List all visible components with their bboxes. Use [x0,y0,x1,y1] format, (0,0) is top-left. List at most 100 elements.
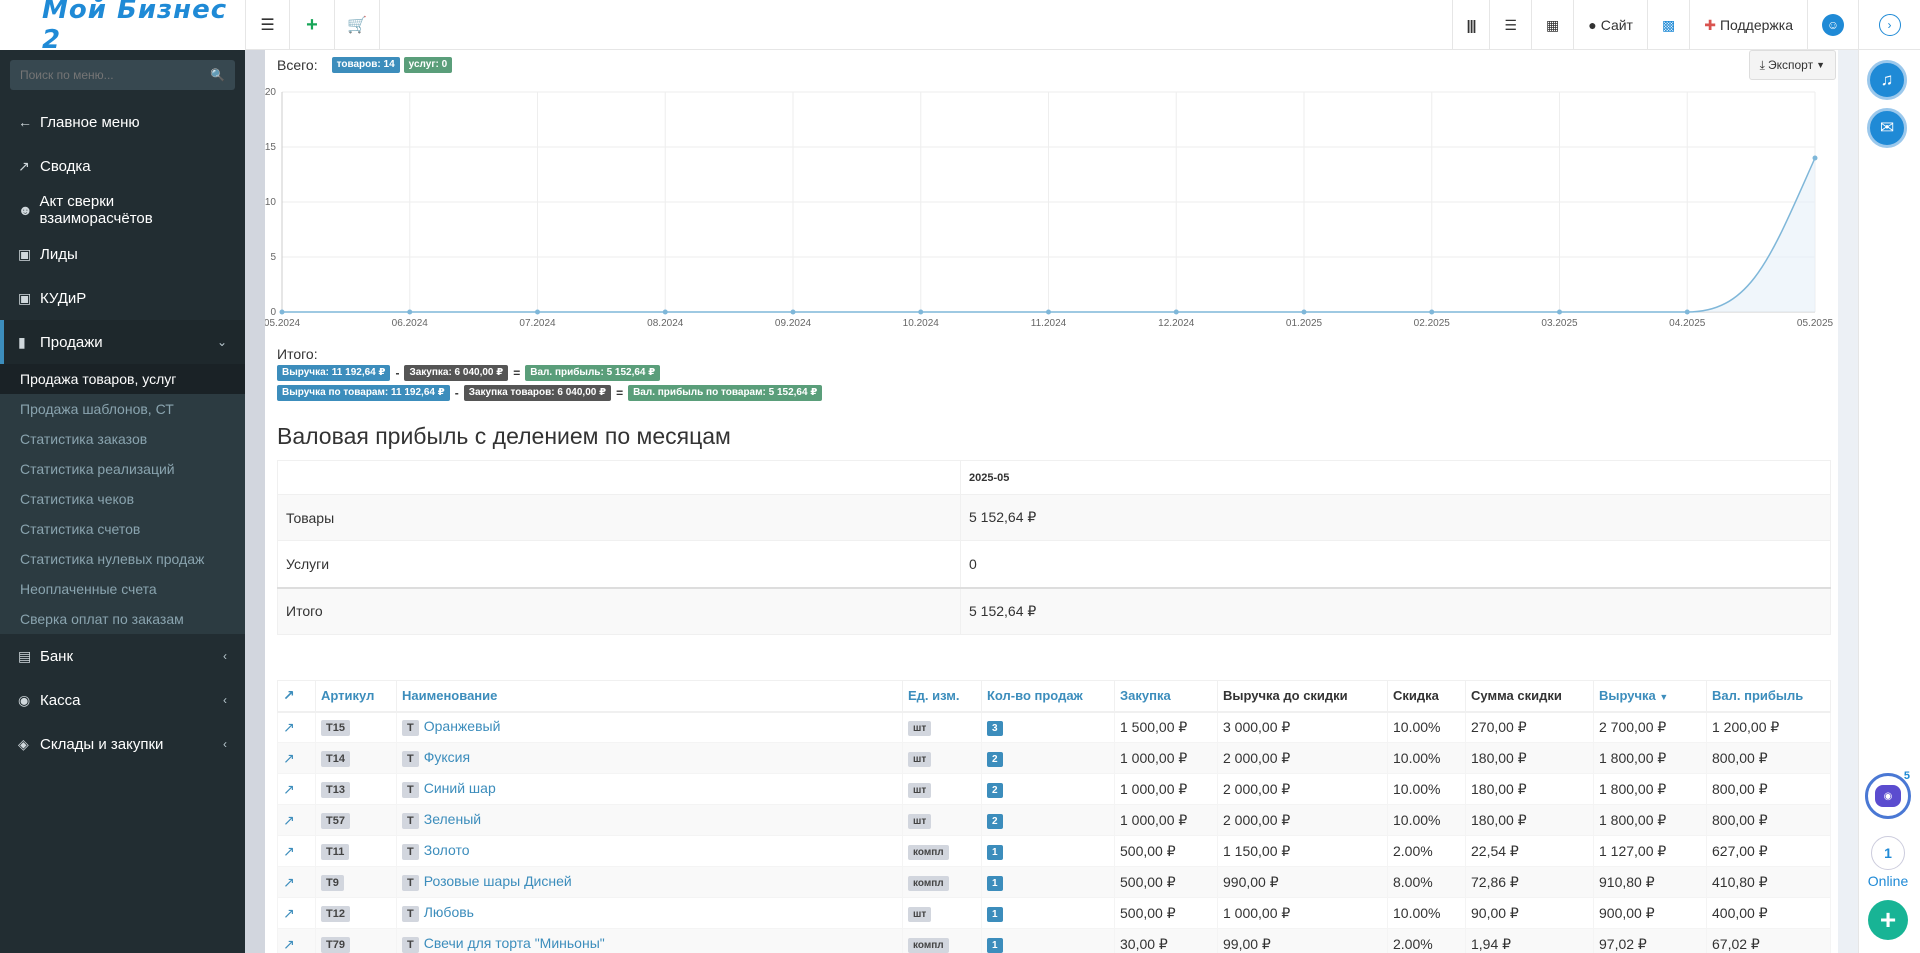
sidebar-item-reconciliation[interactable]: ☻ Акт сверки взаиморасчётов [0,188,245,232]
support-button[interactable]: ✚ Поддержка [1689,0,1807,50]
article-col-header[interactable]: Артикул [315,680,397,713]
x-tick-label: 05.2025 [1797,318,1834,329]
purchase-cell: 500,00 ₽ [1114,866,1218,898]
qty-cell: 1 [981,928,1115,953]
sidebar-item-main-menu[interactable]: ← Главное меню [0,100,245,144]
article-badge: T14 [321,751,350,767]
goods-purchase-badge: Закупка товаров: 6 040,00 ₽ [463,385,612,401]
medkit-icon: ✚ [1704,16,1716,33]
logo[interactable]: Мой Бизнес 2 [0,0,245,55]
product-link[interactable]: Зеленый [424,811,481,827]
submenu-item[interactable]: Статистика заказов [0,424,245,454]
discount-sum-cell: 180,00 ₽ [1465,773,1594,805]
site-button[interactable]: ● Сайт [1573,0,1647,50]
sidebar-item-kudir[interactable]: ▣ КУДиР [0,276,245,320]
profit-cell: 800,00 ₽ [1706,773,1831,805]
product-link[interactable]: Фуксия [424,749,470,765]
product-link[interactable]: Оранжевый [424,718,501,734]
search-icon[interactable]: 🔍 [210,68,225,82]
menu-search-input[interactable] [20,68,211,82]
discount-cell: 2.00% [1387,928,1466,953]
row-chart-cell[interactable]: ↗ [277,773,316,805]
sidebar-item-cashbox[interactable]: ◉ Касса ‹ [0,678,245,722]
discount-col-header: Скидка [1387,680,1466,713]
goods-revenue-badge: Выручка по товарам: 11 192,64 ₽ [277,385,450,401]
type-badge: Т [402,751,419,767]
submenu-item[interactable]: Продажа товаров, услуг [0,364,245,394]
sidebar-item-warehouses[interactable]: ◈ Склады и закупки ‹ [0,722,245,766]
barcode-button[interactable]: ||| [1451,0,1490,50]
submenu-item[interactable]: Статистика реализаций [0,454,245,484]
unit-col-header[interactable]: Ед. изм. [902,680,982,713]
submenu-item[interactable]: Сверка оплат по заказам [0,604,245,634]
article-cell: T12 [315,897,397,929]
qty-cell: 1 [981,866,1115,898]
submenu-item[interactable]: Статистика счетов [0,514,245,544]
data-point [1557,309,1562,315]
calendar-button[interactable]: ▦ [1530,0,1573,50]
sidebar-item-sales[interactable]: ▮ Продажи ⌄ [0,320,245,364]
product-link[interactable]: Любовь [424,904,474,920]
assistant-bot-button[interactable]: ◉ 5 [1865,770,1911,819]
app-button[interactable]: ▩ [1646,0,1689,50]
sidebar-item-summary[interactable]: ↗ Сводка [0,144,245,188]
row-chart-cell[interactable]: ↗ [277,897,316,929]
row-chart-cell[interactable]: ↗ [277,866,316,898]
submenu-item[interactable]: Статистика чеков [0,484,245,514]
chat-button[interactable]: ✉ [1867,108,1907,148]
sidebar-item-leads[interactable]: ▣ Лиды [0,232,245,276]
discount-cell: 8.00% [1387,866,1466,898]
submenu-item[interactable]: Неоплаченные счета [0,574,245,604]
purchase-col-header[interactable]: Закупка [1114,680,1218,713]
rail-toggle-button[interactable]: › [1859,0,1920,50]
export-button[interactable]: ⤓ Экспорт ▼ [1748,50,1836,80]
sidebar-toggle-button[interactable]: ☰ [245,0,290,50]
row-chart-cell[interactable]: ↗ [277,742,316,774]
server-button[interactable]: ☰ [1489,0,1531,50]
product-link[interactable]: Розовые шары Дисней [424,873,572,889]
unit-badge: шт [908,752,932,767]
product-link[interactable]: Свечи для торта "Миньоны" [424,935,605,951]
row-chart-cell[interactable]: ↗ [277,835,316,867]
row-chart-cell[interactable]: ↗ [277,928,316,953]
product-link[interactable]: Синий шар [424,780,496,796]
article-badge: T57 [321,813,350,829]
qty-badge: 3 [987,721,1003,737]
calendar-icon: ▦ [1545,16,1560,33]
right-rail: › ♫ ✉ ◉ 5 1 Online + [1858,0,1920,953]
x-tick-label: 10.2024 [903,318,940,329]
cart-button[interactable]: 🛒 [335,0,380,50]
rail-add-button[interactable]: + [1868,900,1908,940]
online-indicator[interactable]: 1 Online [1863,836,1913,889]
discount-cell: 10.00% [1387,897,1466,929]
row-chart-cell[interactable]: ↗ [277,711,316,743]
discount-cell: 10.00% [1387,773,1466,805]
qty-col-header[interactable]: Кол-во продаж [981,680,1115,713]
gp-row-value: 5 152,64 ₽ [960,494,1831,541]
table-row: ↗ T57 Т Зеленый шт 2 1 000,00 ₽2 000,00 ₽10.00… [277,804,1831,836]
profit-cell: 800,00 ₽ [1706,742,1831,774]
row-chart-cell[interactable]: ↗ [277,804,316,836]
submenu-item[interactable]: Продажа шаблонов, СТ [0,394,245,424]
purchase-cell: 30,00 ₽ [1114,928,1218,953]
line-chart-icon: ↗ [283,811,295,828]
discount-sum-cell: 72,86 ₽ [1465,866,1594,898]
user-menu-button[interactable]: ☺ [1807,0,1858,50]
chart-col-header[interactable]: ↗ [277,680,316,713]
article-badge: T79 [321,937,350,953]
discount-sum-cell: 1,94 ₽ [1465,928,1594,953]
x-tick-label: 07.2024 [519,318,556,329]
name-cell: Т Любовь [396,897,903,929]
add-button[interactable]: + [290,0,335,50]
data-point [1173,309,1179,315]
profit-col-header[interactable]: Вал. прибыль [1706,680,1831,713]
revenue-col-header[interactable]: Выручка ▼ [1593,680,1707,713]
caret-down-icon: ▼ [1816,60,1825,70]
submenu-item[interactable]: Статистика нулевых продаж [0,544,245,574]
product-link[interactable]: Золото [424,842,470,858]
notifications-button[interactable]: ♫ [1867,60,1907,100]
name-col-header[interactable]: Наименование [396,680,903,713]
table-row: Услуги 0 [277,540,1831,588]
table-row: ↗ T13 Т Синий шар шт 2 1 000,00 ₽2 000,00 ₽10.… [277,773,1831,805]
sidebar-item-bank[interactable]: ▤ Банк ‹ [0,634,245,678]
